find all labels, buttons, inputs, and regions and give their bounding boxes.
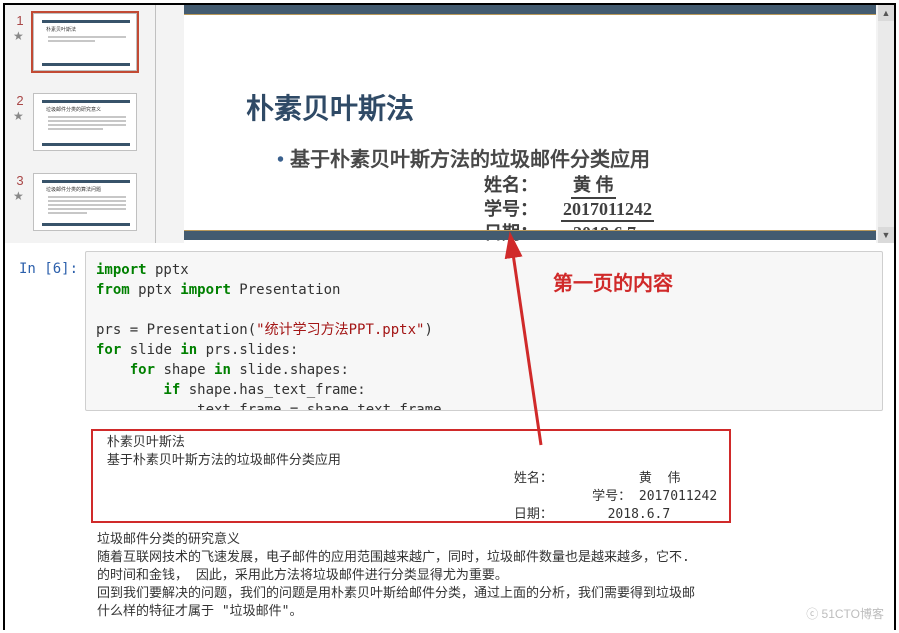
name-label: 姓名： (484, 171, 538, 197)
panel-divider (155, 5, 156, 243)
student-id-row: 学号： 2017011242 (484, 195, 654, 222)
vertical-scrollbar[interactable]: ▲ ▼ (878, 5, 894, 243)
jupyter-region: In [6]: import pptx from pptx import Pre… (5, 243, 894, 630)
cell-prompt: In [6]: (19, 261, 78, 277)
id-label: 学号： (484, 195, 538, 221)
slide-thumbnail-panel: 1 ★ 朴素贝叶斯法 2 ★ 垃圾邮件分类的研究意义 (5, 5, 155, 243)
slide-number-3: 3 (13, 173, 27, 188)
watermark: ⓒ 51CTO博客 (806, 605, 884, 622)
annotation-label: 第一页的内容 (553, 267, 673, 296)
slide-canvas[interactable]: 朴素贝叶斯法 •基于朴素贝叶斯方法的垃圾邮件分类应用 姓名： 黄 伟 学号： 2… (184, 5, 876, 243)
animation-star-icon: ★ (13, 29, 24, 43)
document-frame: 1 ★ 朴素贝叶斯法 2 ★ 垃圾邮件分类的研究意义 (3, 3, 896, 630)
slide-subtitle: • 基于朴素贝叶斯方法的垃圾邮件分类应用 (277, 143, 650, 172)
animation-star-icon: ★ (13, 189, 24, 203)
thumb-title: 垃圾邮件分类的算法问题 (46, 186, 126, 193)
scroll-down-icon[interactable]: ▼ (878, 227, 894, 243)
slide-number-2: 2 (13, 93, 27, 108)
thumb-title: 朴素贝叶斯法 (46, 26, 126, 33)
output-remaining: 垃圾邮件分类的研究意义 随着互联网技术的飞速发展，电子邮件的应用范围越来越广，同… (97, 531, 887, 621)
slide-number-1: 1 (13, 13, 27, 28)
animation-star-icon: ★ (13, 109, 24, 123)
scroll-up-icon[interactable]: ▲ (878, 5, 894, 21)
powerpoint-region: 1 ★ 朴素贝叶斯法 2 ★ 垃圾邮件分类的研究意义 (5, 5, 894, 243)
thumb-title: 垃圾邮件分类的研究意义 (46, 106, 126, 113)
slide-top-bar (184, 5, 876, 15)
code-cell[interactable]: import pptx from pptx import Presentatio… (85, 251, 883, 411)
slide-thumbnail-1[interactable]: 朴素贝叶斯法 (33, 13, 137, 71)
slide-thumbnail-2[interactable]: 垃圾邮件分类的研究意义 (33, 93, 137, 151)
output-highlight-box: 朴素贝叶斯法 基于朴素贝叶斯方法的垃圾邮件分类应用 姓名： 黄 伟 学号： 20… (91, 429, 731, 523)
bullet-icon: • (277, 149, 284, 171)
slide-title: 朴素贝叶斯法 (246, 87, 414, 127)
slide-bottom-bar (184, 230, 876, 240)
slide-subtitle-text: 基于朴素贝叶斯方法的垃圾邮件分类应用 (290, 149, 650, 171)
slide-thumbnail-3[interactable]: 垃圾邮件分类的算法问题 (33, 173, 137, 231)
